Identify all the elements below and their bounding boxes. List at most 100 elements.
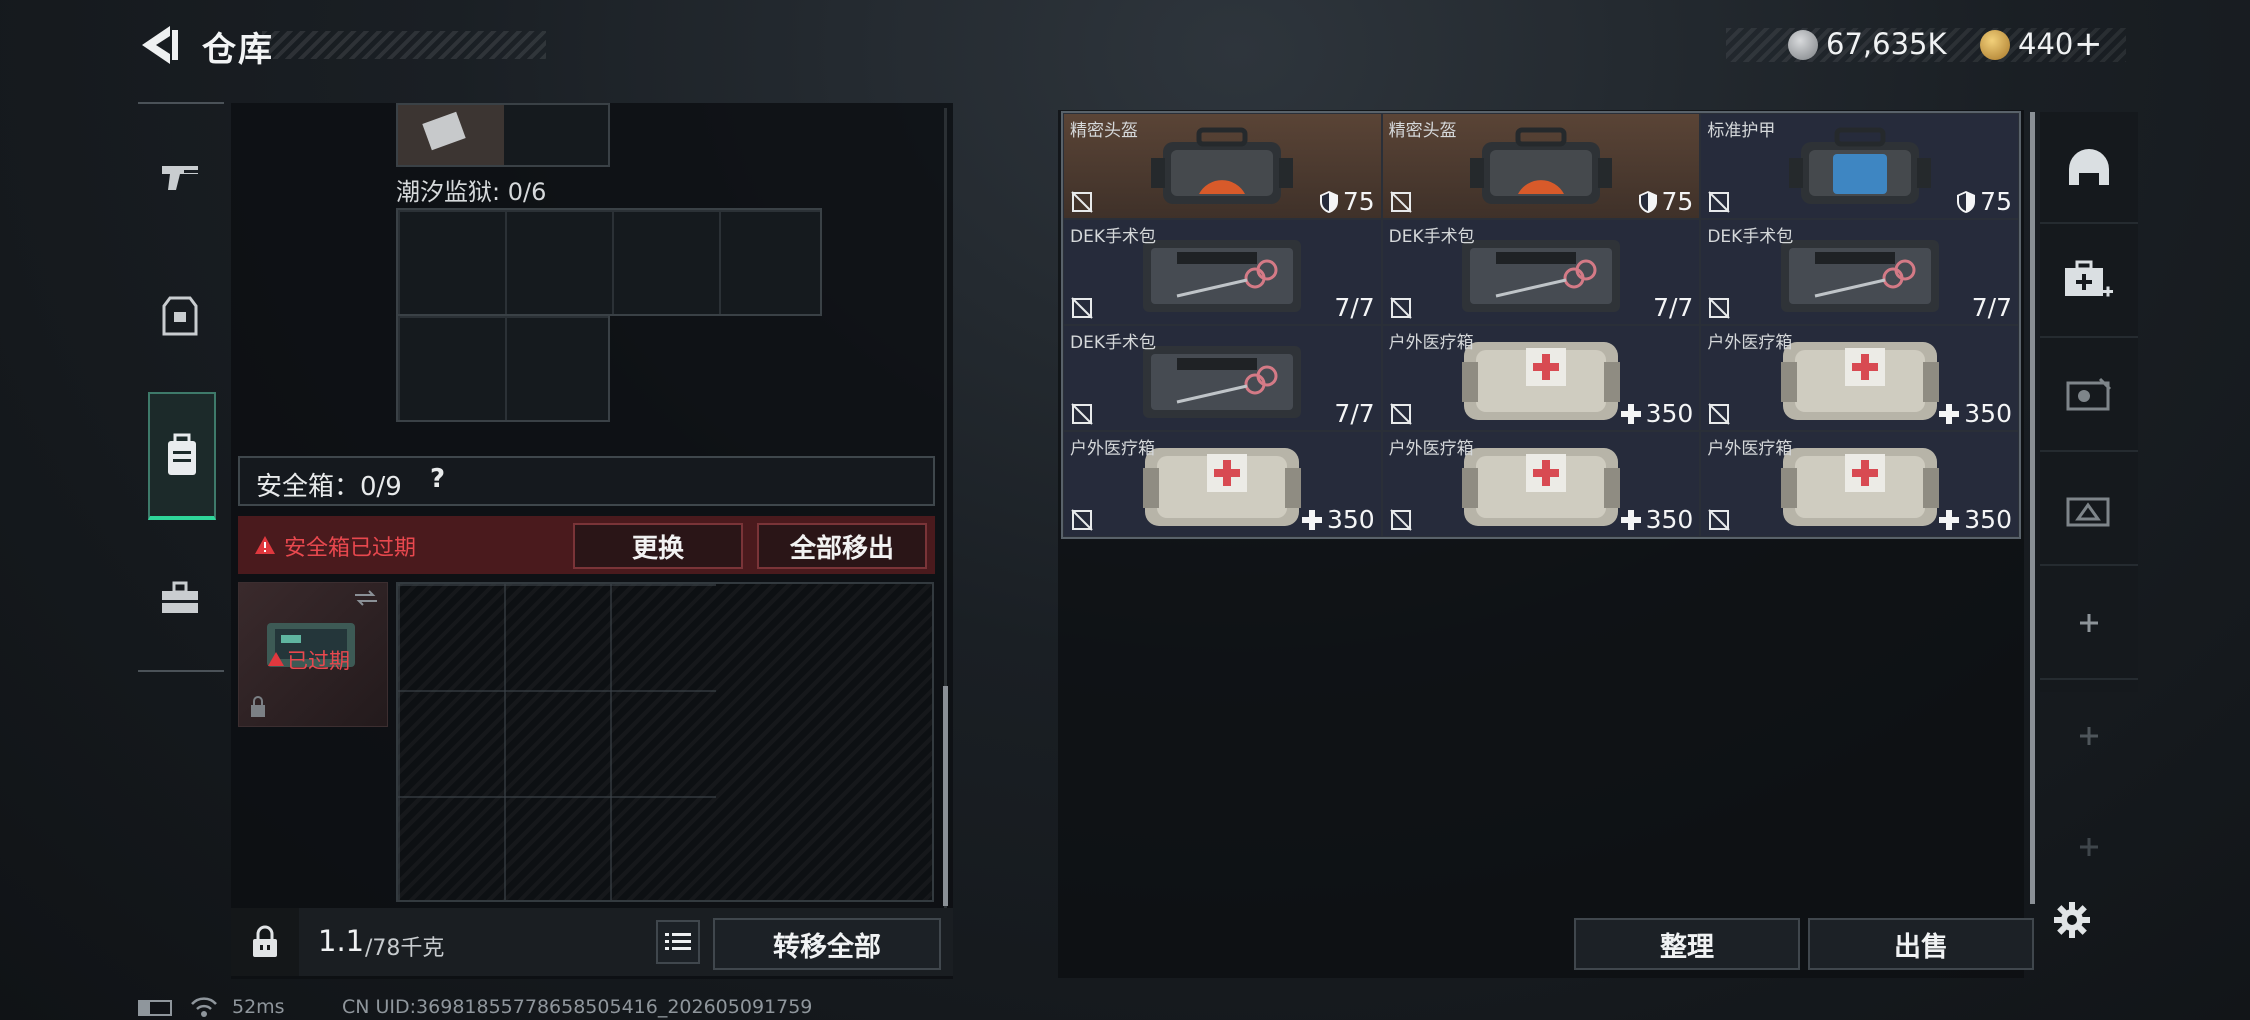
item-name: DEK手术包 [1070, 227, 1156, 247]
warning-icon [268, 652, 284, 666]
item-name: 标准护甲 [1707, 121, 1776, 141]
storage-item[interactable]: DEK手术包 7/7 [1701, 220, 2018, 324]
item-value: 75 [1319, 187, 1375, 216]
storage-item[interactable]: DEK手术包 7/7 [1382, 220, 1700, 324]
storage-item[interactable]: 户外医疗箱 350 [1382, 326, 1700, 430]
nav-toolbox[interactable] [140, 548, 220, 648]
item-name: 户外医疗箱 [1707, 333, 1793, 353]
gold-coin-icon [1980, 30, 2010, 60]
remove-all-button[interactable]: 全部移出 [757, 523, 927, 569]
surgical-image [1775, 230, 1945, 318]
card-icon [422, 111, 466, 151]
title-stripe [262, 31, 546, 59]
item-value: 75 [1956, 187, 2012, 216]
bag-orange-image [1466, 124, 1616, 212]
pistol-icon [162, 166, 198, 190]
item-value-text: 7/7 [1334, 399, 1375, 428]
no-insure-icon [1707, 190, 1731, 214]
medkit-image [1775, 336, 1945, 424]
weight-value: 1.1 [318, 924, 365, 958]
surgical-image [1137, 336, 1307, 424]
sell-button[interactable]: 出售 [1808, 918, 2034, 970]
item-name: 户外医疗箱 [1070, 439, 1155, 459]
transfer-all-button[interactable]: 转移全部 [713, 918, 941, 970]
item-name: 精密头盔 [1388, 121, 1457, 141]
tab-medical[interactable] [2040, 226, 2138, 338]
safebox-item[interactable]: 已过期 [238, 582, 388, 727]
item-name: 户外医疗箱 [1707, 439, 1793, 459]
container-item[interactable] [398, 105, 504, 165]
storage-item[interactable]: DEK手术包 7/7 [1064, 220, 1381, 324]
weight-max: /78千克 [365, 936, 445, 961]
settings-gear-icon[interactable] [2052, 900, 2092, 940]
no-insure-icon [1070, 508, 1094, 532]
storage-item[interactable]: 户外医疗箱 350 [1701, 326, 2018, 430]
plus-icon [1620, 403, 1642, 425]
help-icon[interactable]: ? [430, 464, 445, 494]
medkit-image [1456, 442, 1626, 530]
item-value-text: 75 [1980, 187, 2012, 216]
medkit-add-icon [2065, 260, 2113, 297]
tab-ammo[interactable] [2040, 340, 2138, 452]
storage-item[interactable]: DEK手术包 7/7 [1064, 326, 1381, 430]
storage-item[interactable]: 精密头盔 75 [1064, 114, 1381, 218]
lock-button[interactable] [231, 908, 299, 976]
storage-item[interactable]: 标准护甲 75 [1701, 114, 2018, 218]
item-value: 350 [1938, 399, 2012, 428]
uid-text: CN UID:36981855778658505416_202605091759 [342, 996, 813, 1018]
replace-button[interactable]: 更换 [573, 523, 743, 569]
tab-add[interactable] [2040, 568, 2138, 680]
safebox-grid[interactable] [396, 582, 934, 902]
safebox-header: 安全箱：0/9 ? [238, 456, 935, 506]
plus-icon [1939, 509, 1960, 530]
vest-icon [162, 296, 198, 336]
tab-add[interactable] [2040, 680, 2138, 792]
medkit-image [1137, 442, 1307, 530]
nav-armor[interactable] [140, 266, 220, 366]
add-icon [2080, 614, 2098, 632]
right-scrollbar[interactable] [2030, 112, 2035, 904]
gold-amount: 440 [2018, 27, 2074, 61]
container-slot-row [396, 103, 610, 167]
plus-icon [1938, 509, 1960, 531]
plus-icon [1301, 509, 1323, 531]
container-grid-top[interactable] [396, 208, 822, 316]
list-view-button[interactable] [656, 920, 700, 964]
tab-tools[interactable] [2040, 454, 2138, 566]
item-name: 精密头盔 [1070, 121, 1138, 141]
sort-button[interactable]: 整理 [1574, 918, 1800, 970]
tab-add[interactable] [2040, 792, 2138, 902]
expired-notice: 安全箱已过期 [284, 536, 417, 561]
item-value-text: 7/7 [1334, 293, 1375, 322]
battery-icon [138, 1000, 172, 1016]
tab-helmet[interactable] [2040, 112, 2138, 224]
item-value: 350 [1620, 399, 1694, 428]
gold-add-button[interactable]: + [2074, 24, 2103, 64]
no-insure-icon [1707, 402, 1731, 426]
nav-backpack[interactable] [148, 392, 216, 520]
bag-blue-image [1785, 124, 1935, 212]
shield-icon [1638, 190, 1658, 214]
item-value-text: 350 [1964, 505, 2012, 534]
surgical-image [1456, 230, 1626, 318]
storage-item[interactable]: 户外医疗箱 350 [1064, 432, 1381, 536]
nav-weapons[interactable] [140, 128, 220, 228]
left-scrollbar-thumb[interactable] [943, 686, 948, 906]
tool-icon [2066, 497, 2110, 527]
no-insure-icon [1070, 402, 1094, 426]
back-arrow-icon[interactable] [136, 22, 182, 68]
item-value-text: 7/7 [1971, 293, 2012, 322]
storage-item[interactable]: 精密头盔 75 [1382, 114, 1700, 218]
list-icon [665, 933, 691, 950]
silver-coin-icon [1788, 30, 1818, 60]
item-value: 75 [1638, 187, 1693, 216]
plus-icon [1939, 403, 1960, 424]
container-grid-bottom[interactable] [396, 314, 610, 422]
safebox-grid-cells [398, 584, 716, 900]
storage-item[interactable]: 户外医疗箱 350 [1382, 432, 1700, 536]
warning-icon [255, 536, 275, 554]
item-value-text: 350 [1645, 399, 1694, 428]
expired-tag: 已过期 [287, 649, 350, 673]
lock-icon [251, 696, 265, 717]
storage-item[interactable]: 户外医疗箱 350 [1701, 432, 2018, 536]
